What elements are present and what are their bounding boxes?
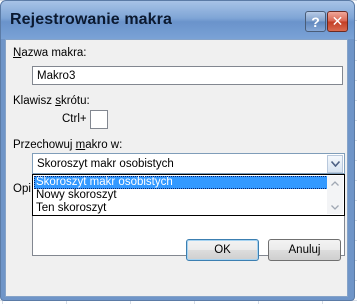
store-in-dropdown-button[interactable] bbox=[327, 155, 343, 173]
ok-button-label: OK bbox=[214, 244, 231, 256]
store-in-accesskey: m bbox=[75, 139, 86, 151]
shortcut-prefix: Ctrl+ bbox=[62, 113, 87, 125]
cancel-button[interactable]: Anuluj bbox=[268, 239, 341, 261]
store-in-selected-value: Skoroszyt makr osobistych bbox=[37, 158, 174, 170]
scroll-down-button[interactable] bbox=[327, 200, 343, 214]
store-in-select[interactable]: Skoroszyt makr osobistych bbox=[32, 153, 345, 174]
help-button[interactable]: ? bbox=[305, 11, 326, 32]
macro-name-value: Makro3 bbox=[37, 70, 76, 82]
description-label: Opi bbox=[13, 183, 31, 195]
store-in-option-new[interactable]: Nowy skoroszyt bbox=[34, 189, 328, 202]
shortcut-key-input[interactable] bbox=[90, 110, 108, 129]
help-icon: ? bbox=[311, 13, 320, 30]
dialog-title: Rejestrowanie makra bbox=[10, 11, 172, 28]
shortcut-label-rest: krótu: bbox=[60, 95, 90, 107]
store-in-dropdown-list: Skoroszyt makr osobistych Nowy skoroszyt… bbox=[32, 174, 345, 216]
store-in-label-rest: akro w: bbox=[85, 139, 123, 151]
scroll-up-button[interactable] bbox=[327, 176, 343, 190]
shortcut-label-pre: Klawisz bbox=[13, 95, 56, 107]
chevron-down-icon bbox=[331, 204, 339, 210]
store-in-label: Przechowuj makro w: bbox=[13, 139, 122, 151]
chevron-down-icon bbox=[330, 161, 340, 167]
dropdown-scrollbar[interactable] bbox=[327, 176, 343, 214]
screen: Rejestrowanie makra ? ✕ Nazwa makra: Mak… bbox=[0, 0, 357, 304]
cancel-button-label: Anuluj bbox=[288, 244, 321, 256]
store-in-option-personal[interactable]: Skoroszyt makr osobistych bbox=[34, 176, 328, 189]
ok-button[interactable]: OK bbox=[186, 239, 259, 261]
close-icon: ✕ bbox=[331, 13, 344, 29]
macro-name-label-text: azwa makra: bbox=[21, 47, 87, 59]
shortcut-label: Klawisz skrótu: bbox=[13, 95, 90, 107]
dialog-titlebar[interactable]: Rejestrowanie makra ? ✕ bbox=[1, 1, 354, 39]
chevron-up-icon bbox=[331, 180, 339, 186]
macro-name-label: Nazwa makra: bbox=[13, 47, 87, 59]
close-button[interactable]: ✕ bbox=[327, 11, 348, 32]
store-in-label-pre: Przechowuj bbox=[13, 139, 76, 151]
store-in-option-this[interactable]: Ten skoroszyt bbox=[34, 202, 328, 215]
macro-name-input[interactable]: Makro3 bbox=[32, 66, 343, 85]
dialog-body: Nazwa makra: Makro3 Klawisz skrótu: Ctrl… bbox=[5, 39, 348, 297]
record-macro-dialog: Rejestrowanie makra ? ✕ Nazwa makra: Mak… bbox=[0, 0, 355, 301]
